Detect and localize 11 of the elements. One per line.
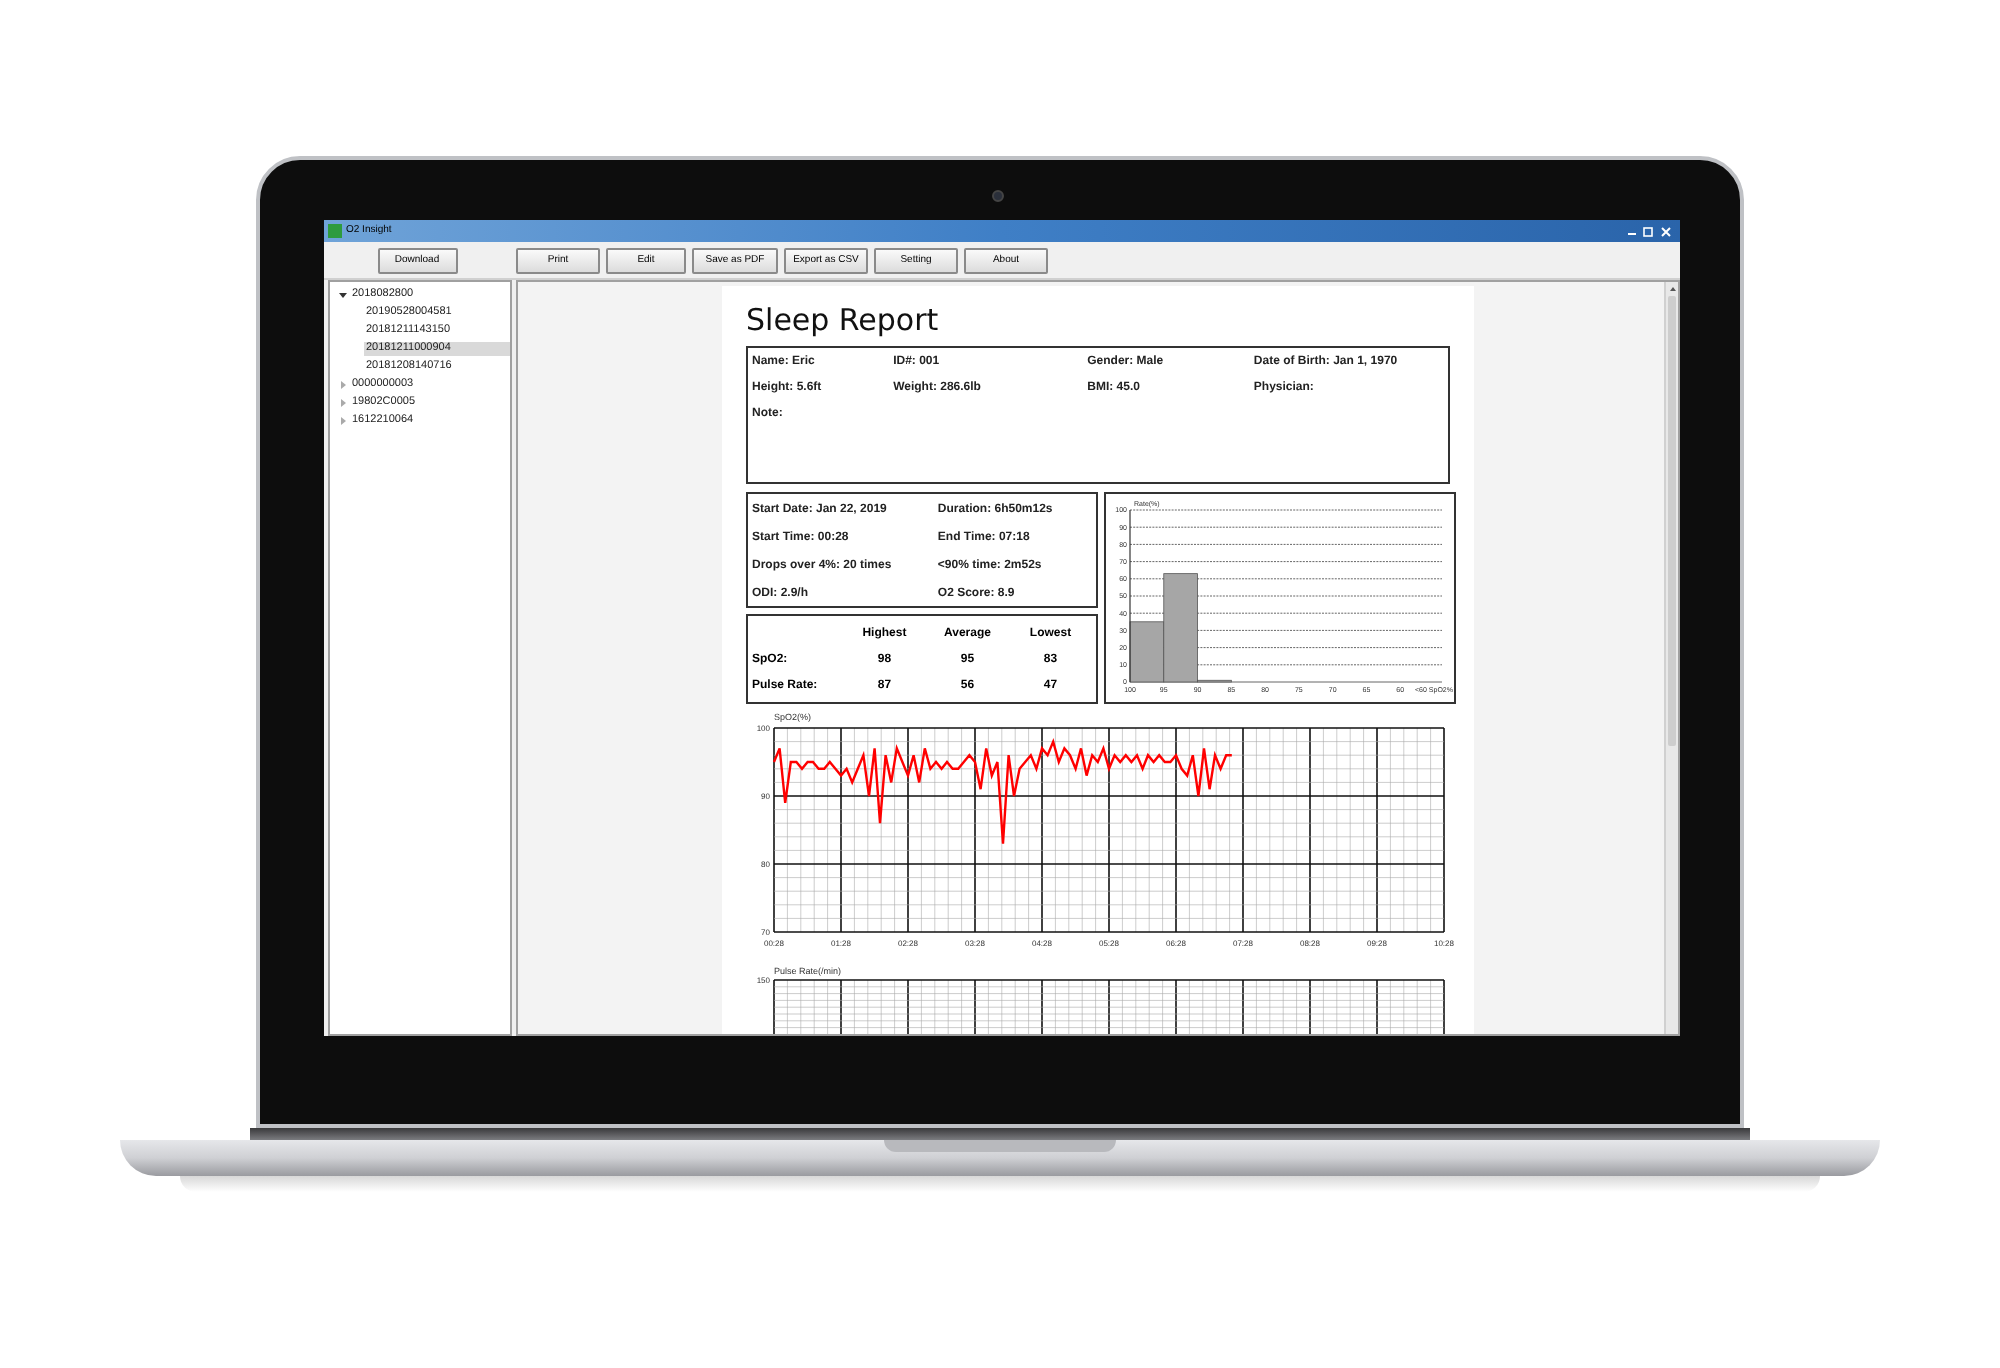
report-title: Sleep Report [746, 302, 941, 338]
scroll-up-icon [1666, 282, 1678, 296]
window-controls-icon [1624, 223, 1676, 239]
collapsed-arrow-icon[interactable] [338, 416, 348, 426]
collapsed-arrow-icon[interactable] [338, 398, 348, 408]
scrollbar[interactable] [1664, 282, 1678, 1034]
app-icon [328, 224, 342, 238]
camera-icon [992, 190, 1004, 202]
expanded-arrow-icon[interactable] [338, 290, 348, 300]
collapsed-arrow-icon[interactable] [338, 380, 348, 390]
scroll-thumb[interactable] [1668, 296, 1676, 746]
